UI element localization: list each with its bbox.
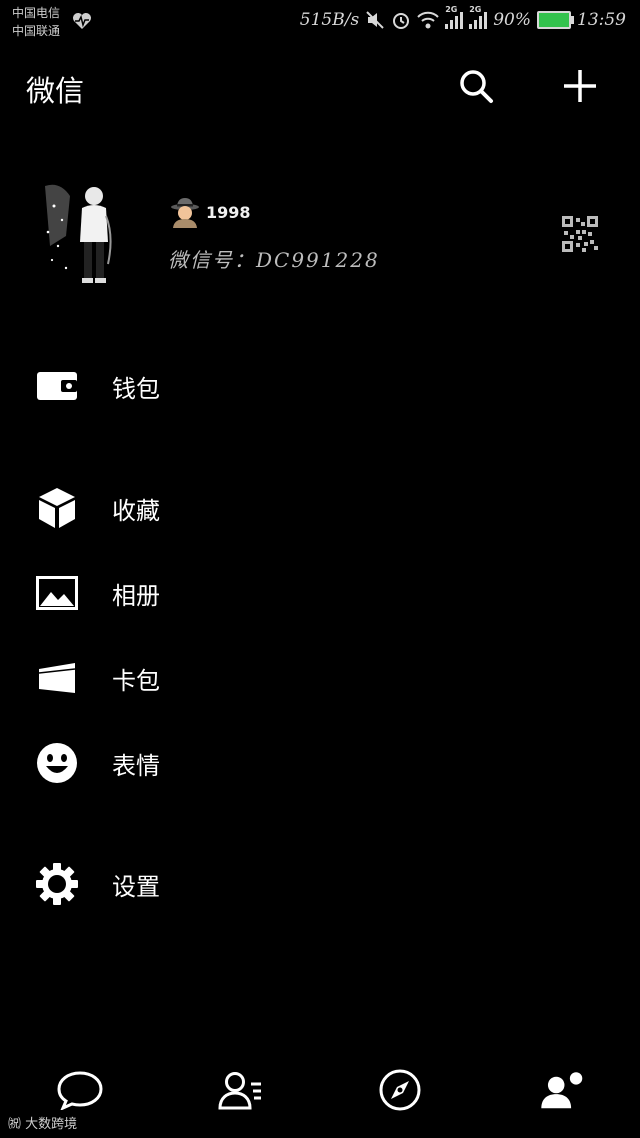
- menu-label-cards: 卡包: [112, 666, 160, 695]
- sim1-type: 2G: [445, 5, 458, 14]
- battery-icon: [537, 11, 574, 29]
- notification-dot: [567, 1069, 585, 1088]
- alarm-icon: [393, 13, 410, 29]
- watermark: ㈷ 大数跨境: [8, 1113, 77, 1132]
- signal-sim2-icon: 2G: [469, 5, 488, 29]
- menu-item-album[interactable]: 相册: [36, 563, 596, 623]
- carrier-2: 中国联通: [12, 24, 61, 38]
- photo-icon: [36, 576, 78, 610]
- menu-item-settings[interactable]: 设置: [36, 854, 596, 914]
- status-bar: 中国电信 中国联通 515B/s 2G 2G 90% 13:59: [0, 0, 640, 50]
- menu-label-settings: 设置: [112, 872, 160, 901]
- sim2-type: 2G: [469, 5, 482, 14]
- carrier-1: 中国电信: [12, 6, 61, 20]
- wechat-id: 微信号：DC991228: [168, 248, 380, 272]
- tab-contacts[interactable]: [216, 1066, 264, 1114]
- detective-emoji-icon: [171, 198, 199, 228]
- chat-icon: [57, 1071, 103, 1110]
- qr-code-icon[interactable]: [562, 216, 598, 252]
- discover-icon: [379, 1069, 421, 1111]
- menu-label-stickers: 表情: [112, 751, 160, 780]
- page-title: 微信: [26, 74, 85, 108]
- heart-rate-icon: [73, 13, 91, 29]
- tab-chats[interactable]: [56, 1066, 104, 1114]
- battery-percent: 90%: [493, 10, 531, 30]
- mute-icon: [366, 11, 384, 29]
- avatar-image: [40, 176, 116, 292]
- menu-item-cards[interactable]: 卡包: [36, 648, 596, 708]
- add-button[interactable]: [556, 62, 604, 110]
- clock: 13:59: [577, 10, 626, 30]
- wallet-icon: [37, 372, 77, 400]
- nickname: 1998: [206, 202, 251, 222]
- tab-me[interactable]: [538, 1066, 586, 1114]
- search-button[interactable]: [452, 62, 500, 110]
- cube-icon: [39, 488, 75, 528]
- me-icon: [541, 1069, 585, 1109]
- net-speed: 515B/s: [299, 10, 360, 30]
- menu-item-favorites[interactable]: 收藏: [36, 478, 596, 538]
- search-icon: [460, 70, 493, 103]
- smiley-icon: [37, 743, 77, 783]
- wifi-icon: [417, 11, 439, 29]
- gear-icon: [36, 863, 78, 905]
- menu-label-album: 相册: [112, 581, 160, 610]
- watermark-text: 大数跨境: [25, 1117, 78, 1132]
- plus-icon: [564, 70, 596, 102]
- menu-item-stickers[interactable]: 表情: [36, 733, 596, 793]
- signal-sim1-icon: 2G: [445, 5, 464, 29]
- nickname-row: 1998: [170, 196, 251, 228]
- status-indicators: 515B/s 2G 2G 90% 13:59: [299, 5, 626, 30]
- contacts-icon: [218, 1072, 261, 1110]
- menu-label-wallet: 钱包: [112, 374, 160, 403]
- menu-item-wallet[interactable]: 钱包: [36, 356, 596, 416]
- tab-discover[interactable]: [376, 1066, 424, 1114]
- menu-label-favorites: 收藏: [112, 496, 160, 525]
- card-icon: [38, 663, 76, 693]
- carrier-info: 中国电信 中国联通: [12, 4, 60, 40]
- watermark-logo-icon: ㈷: [8, 1117, 26, 1132]
- avatar[interactable]: [40, 176, 116, 292]
